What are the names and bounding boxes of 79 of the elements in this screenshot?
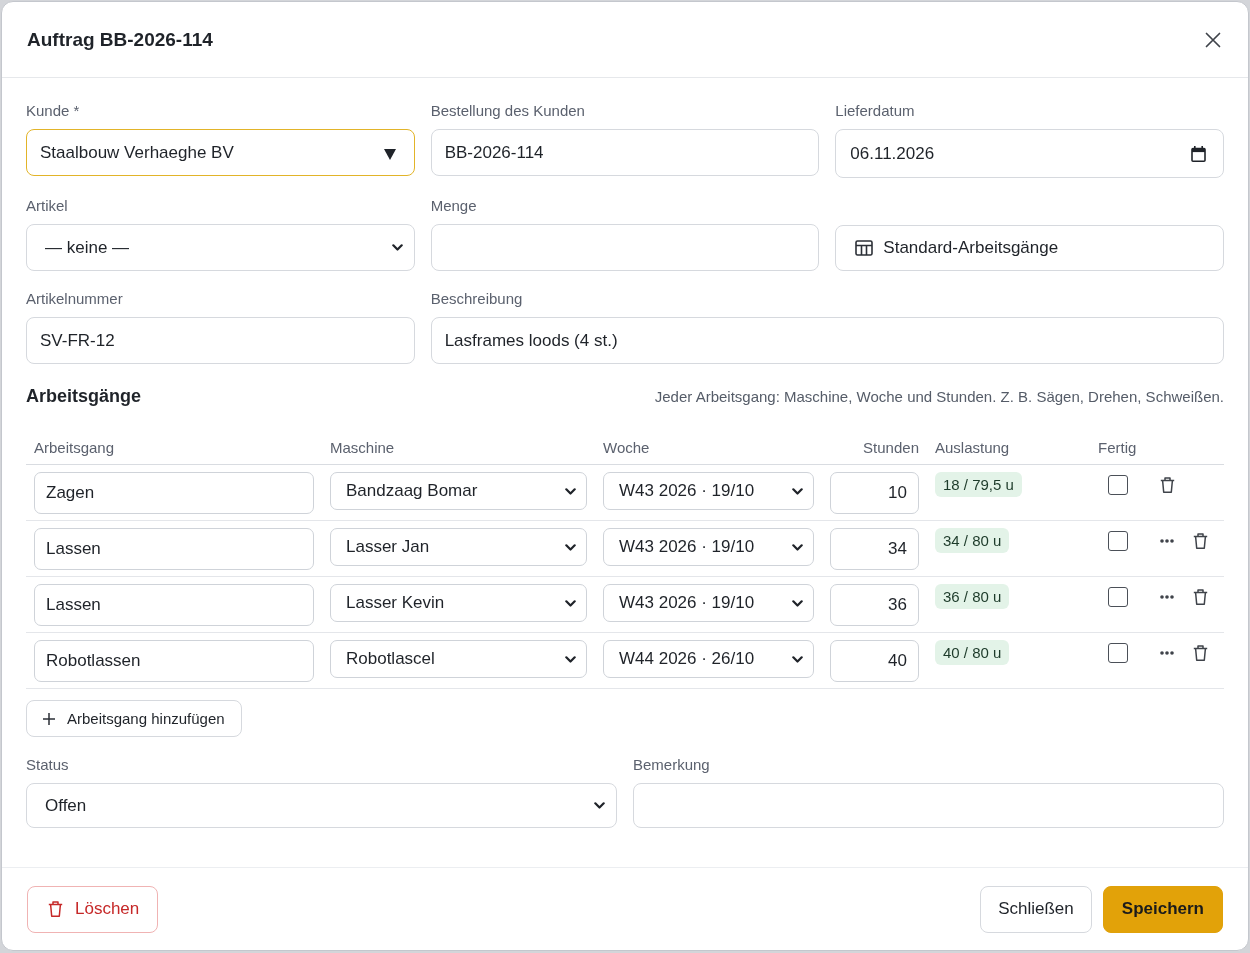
week-select[interactable]: W44 2026 · 26/10 (603, 640, 814, 678)
load-badge: 36 / 80 u (935, 584, 1010, 609)
column-header: Stunden (862, 439, 920, 456)
operation-field[interactable]: Zagen (34, 472, 314, 514)
hours-field[interactable]: 40 (830, 640, 919, 682)
add-operation-button[interactable]: Arbeitsgang hinzufügen (26, 700, 242, 737)
chevron-icon (391, 244, 403, 251)
standard-operations-button[interactable]: Standard-Arbeitsgänge (835, 225, 1224, 271)
trash-icon[interactable] (1160, 476, 1175, 493)
text-field[interactable]: Lasframes loods (4 st.) (430, 317, 1224, 364)
operation-field[interactable]: Robotlassen (34, 640, 314, 682)
text-field[interactable]: BB-2026-114 (430, 129, 820, 176)
done-checkbox[interactable] (1108, 475, 1128, 495)
save-button[interactable]: Speichern (1102, 885, 1223, 933)
field-label: Menge (430, 197, 478, 215)
chevron-icon (565, 487, 576, 495)
field-label: Artikelnummer (26, 290, 124, 308)
select-field[interactable]: — keine — (26, 224, 415, 271)
done-checkbox[interactable] (1108, 531, 1128, 551)
field-label: Status (26, 756, 70, 774)
field-label: Artikel (26, 197, 69, 215)
done-checkbox[interactable] (1108, 643, 1128, 663)
machine-select[interactable]: Bandzaag Bomar (330, 472, 587, 510)
more-icon[interactable] (1160, 650, 1174, 655)
week-select[interactable]: W43 2026 · 19/10 (603, 528, 814, 566)
machine-select[interactable]: Robotlascel (330, 640, 587, 678)
load-badge: 18 / 79,5 u (935, 472, 1022, 497)
load-badge: 40 / 80 u (935, 640, 1010, 665)
hours-field[interactable]: 34 (830, 528, 919, 570)
chevron-icon (792, 655, 803, 663)
load-badge: 34 / 80 u (935, 528, 1010, 553)
chevron-icon (792, 599, 803, 607)
more-icon[interactable] (1160, 594, 1174, 599)
section-hint: Jeder Arbeitsgang: Maschine, Woche und Stunden. Z. B. Sägen, Drehen, Schweißen. (654, 388, 1224, 405)
field-label: Beschreibung (430, 290, 524, 308)
week-select[interactable]: W43 2026 · 19/10 (603, 584, 814, 622)
chevron-icon (565, 543, 576, 551)
chevron-icon (792, 487, 803, 495)
operation-field[interactable]: Lassen (34, 584, 314, 626)
chevron-icon (594, 802, 605, 809)
trash-icon[interactable] (1193, 644, 1208, 661)
chevron-icon (565, 599, 576, 607)
chevron-icon (792, 543, 803, 551)
hours-field[interactable]: 36 (830, 584, 919, 626)
close-icon[interactable] (1205, 31, 1221, 48)
table-icon (855, 240, 874, 256)
column-header: Maschine (329, 439, 396, 456)
delete-button[interactable]: Löschen (27, 885, 159, 933)
close-button[interactable]: Schließen (980, 885, 1092, 933)
trash-icon[interactable] (1193, 588, 1208, 605)
calendar-icon[interactable] (1191, 145, 1206, 162)
week-select[interactable]: W43 2026 · 19/10 (603, 472, 814, 510)
dialog-title: Auftrag BB-2026-114 (27, 28, 213, 51)
more-icon[interactable] (1160, 538, 1174, 543)
chevron-icon (565, 655, 576, 663)
trash-icon (48, 901, 63, 917)
text-field[interactable] (633, 783, 1224, 828)
plus-icon (43, 712, 55, 725)
trash-icon[interactable] (1193, 532, 1208, 549)
section-heading: Arbeitsgänge (26, 386, 142, 406)
select-field[interactable]: Offen (26, 783, 617, 828)
column-header: Woche (602, 439, 651, 456)
text-field[interactable] (430, 224, 820, 271)
machine-select[interactable]: Lasser Kevin (330, 584, 587, 622)
operation-field[interactable]: Lassen (34, 528, 314, 570)
text-field[interactable]: SV-FR-12 (26, 317, 415, 364)
column-header: Fertig (1097, 439, 1138, 456)
date-field[interactable]: 06.11.2026 (835, 129, 1224, 178)
field-label: Kunde * (26, 102, 81, 120)
field-label: Lieferdatum (835, 102, 916, 120)
field-label: Bemerkung (633, 756, 711, 774)
done-checkbox[interactable] (1108, 587, 1128, 607)
field-label: Bestellung des Kunden (430, 102, 586, 120)
column-header: Auslastung (934, 439, 1011, 456)
combo-field[interactable]: Staalbouw Verhaeghe BV (26, 129, 415, 176)
machine-select[interactable]: Lasser Jan (330, 528, 587, 566)
caret-icon (383, 148, 396, 160)
column-header: Arbeitsgang (33, 439, 116, 456)
hours-field[interactable]: 10 (830, 472, 919, 514)
